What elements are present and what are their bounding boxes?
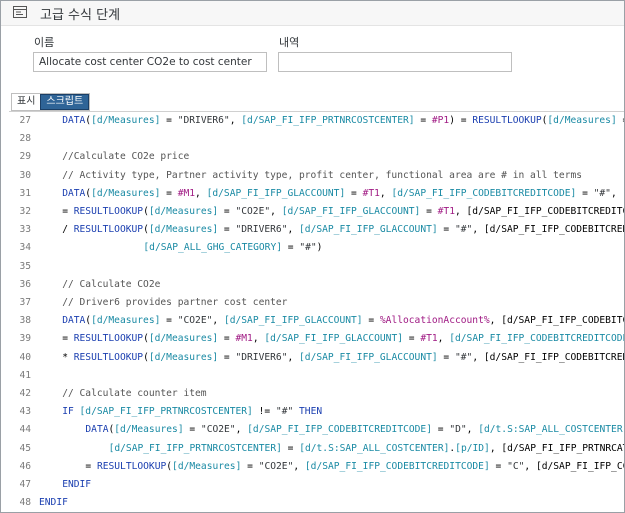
code-line[interactable]: 35: [9, 258, 624, 276]
tab-display[interactable]: 표시: [12, 94, 40, 110]
line-number: 40: [19, 351, 31, 363]
description-input[interactable]: [278, 52, 512, 72]
line-number: 46: [19, 460, 31, 472]
line-number: 29: [19, 151, 31, 163]
code-text: ENDIF: [39, 497, 68, 509]
code-line[interactable]: 32 = RESULTLOOKUP([d/Measures] = "CO2E", …: [9, 203, 624, 221]
title-bar: 고급 수식 단계: [1, 1, 624, 26]
code-line[interactable]: 42 // Calculate counter item: [9, 385, 624, 403]
code-line[interactable]: 36 // Calculate CO2e: [9, 276, 624, 294]
code-line[interactable]: 38 DATA([d/Measures] = "CO2E", [d/SAP_FI_…: [9, 312, 624, 330]
dialog-title: 고급 수식 단계: [40, 8, 121, 23]
code-text: ENDIF: [62, 479, 92, 490]
line-number: 28: [19, 133, 31, 145]
line-number: 37: [19, 297, 31, 308]
name-label: 이름: [34, 36, 55, 49]
code-text: // Driver6 provides partner cost center: [62, 297, 288, 308]
code-line[interactable]: 27 DATA([d/Measures] = "DRIVER6", [d/SAP_…: [9, 112, 624, 130]
code-line[interactable]: 39 = RESULTLOOKUP([d/Measures] = #M1, [d/…: [9, 330, 624, 348]
code-line[interactable]: 45 [d/SAP_FI_IFP_PRTNRCOSTCENTER] = [d/t.…: [9, 440, 624, 458]
code-text: = RESULTLOOKUP([d/Measures] = "CO2E", [d…: [85, 460, 624, 472]
script-editor[interactable]: 27 DATA([d/Measures] = "DRIVER6", [d/SAP_…: [9, 111, 624, 513]
code-text: // Calculate counter item: [62, 388, 207, 399]
code-text: DATA([d/Measures] = "DRIVER6", [d/SAP_FI…: [62, 115, 624, 126]
line-number: 31: [19, 187, 31, 199]
description-label: 내역: [279, 36, 300, 49]
line-number: 48: [19, 497, 31, 509]
code-text: //Calculate CO2e price: [62, 151, 190, 163]
line-number: 30: [19, 169, 31, 181]
code-line[interactable]: 48 ENDIF: [9, 494, 624, 512]
view-tabs: 표시 스크립트: [11, 93, 91, 111]
code-text: IF [d/SAP_FI_IFP_PRTNRCOSTCENTER] != "#"…: [62, 406, 323, 418]
code-text: // Activity type, Partner activity type,…: [62, 169, 583, 181]
line-number: 27: [19, 115, 31, 126]
code-text: = RESULTLOOKUP([d/Measures] = "CO2E", [d…: [62, 206, 624, 217]
code-text: / RESULTLOOKUP([d/Measures] = "DRIVER6",…: [62, 224, 624, 236]
line-number: 44: [19, 424, 31, 436]
code-line[interactable]: 37 // Driver6 provides partner cost cente…: [9, 294, 624, 312]
tab-script[interactable]: 스크립트: [40, 94, 90, 110]
code-line[interactable]: 33 / RESULTLOOKUP([d/Measures] = "DRIVER6…: [9, 221, 624, 239]
line-number: 43: [19, 406, 31, 418]
code-text: * RESULTLOOKUP([d/Measures] = "DRIVER6",…: [62, 351, 624, 363]
line-number: 45: [19, 442, 31, 454]
code-line[interactable]: 34 [d/SAP_ALL_GHG_CATEGORY] = "#"): [9, 239, 624, 257]
code-line[interactable]: 31 DATA([d/Measures] = #M1, [d/SAP_FI_IFP…: [9, 185, 624, 203]
line-number: 41: [19, 369, 31, 381]
code-text: = RESULTLOOKUP([d/Measures] = #M1, [d/SA…: [62, 333, 624, 345]
line-number: 47: [19, 479, 31, 490]
code-line[interactable]: 46 = RESULTLOOKUP([d/Measures] = "CO2E", …: [9, 458, 624, 476]
line-number: 33: [19, 224, 31, 236]
code-line[interactable]: 30 // Activity type, Partner activity typ…: [9, 167, 624, 185]
code-line[interactable]: 47 ENDIF: [9, 476, 624, 494]
line-number: 39: [19, 333, 31, 345]
code-text: DATA([d/Measures] = "CO2E", [d/SAP_FI_IF…: [85, 424, 624, 436]
line-number: 38: [19, 315, 31, 327]
code-line[interactable]: 44 DATA([d/Measures] = "CO2E", [d/SAP_FI_…: [9, 421, 624, 439]
code-text: [d/SAP_ALL_GHG_CATEGORY] = "#"): [143, 242, 323, 254]
name-input[interactable]: [33, 52, 267, 72]
line-number: 34: [19, 242, 31, 254]
code-line[interactable]: 28: [9, 130, 624, 148]
code-text: [d/SAP_FI_IFP_PRTNRCOSTCENTER] = [d/t.S:…: [108, 442, 624, 454]
code-text: DATA([d/Measures] = #M1, [d/SAP_FI_IFP_G…: [62, 187, 624, 199]
code-line[interactable]: 43 IF [d/SAP_FI_IFP_PRTNRCOSTCENTER] != "…: [9, 403, 624, 421]
code-text: // Calculate CO2e: [62, 278, 161, 290]
line-number: 42: [19, 388, 31, 399]
code-text: DATA([d/Measures] = "CO2E", [d/SAP_FI_IF…: [62, 315, 624, 327]
formula-window-icon: [13, 6, 27, 18]
code-line[interactable]: 40 * RESULTLOOKUP([d/Measures] = "DRIVER6…: [9, 349, 624, 367]
line-number: 35: [19, 260, 31, 272]
code-line[interactable]: 29 //Calculate CO2e price: [9, 148, 624, 166]
code-line[interactable]: 41: [9, 367, 624, 385]
line-number: 32: [19, 206, 31, 217]
line-number: 36: [19, 278, 31, 290]
formula-dialog: 고급 수식 단계 이름 내역 표시 스크립트 27 DATA([d/Measure…: [0, 0, 625, 513]
